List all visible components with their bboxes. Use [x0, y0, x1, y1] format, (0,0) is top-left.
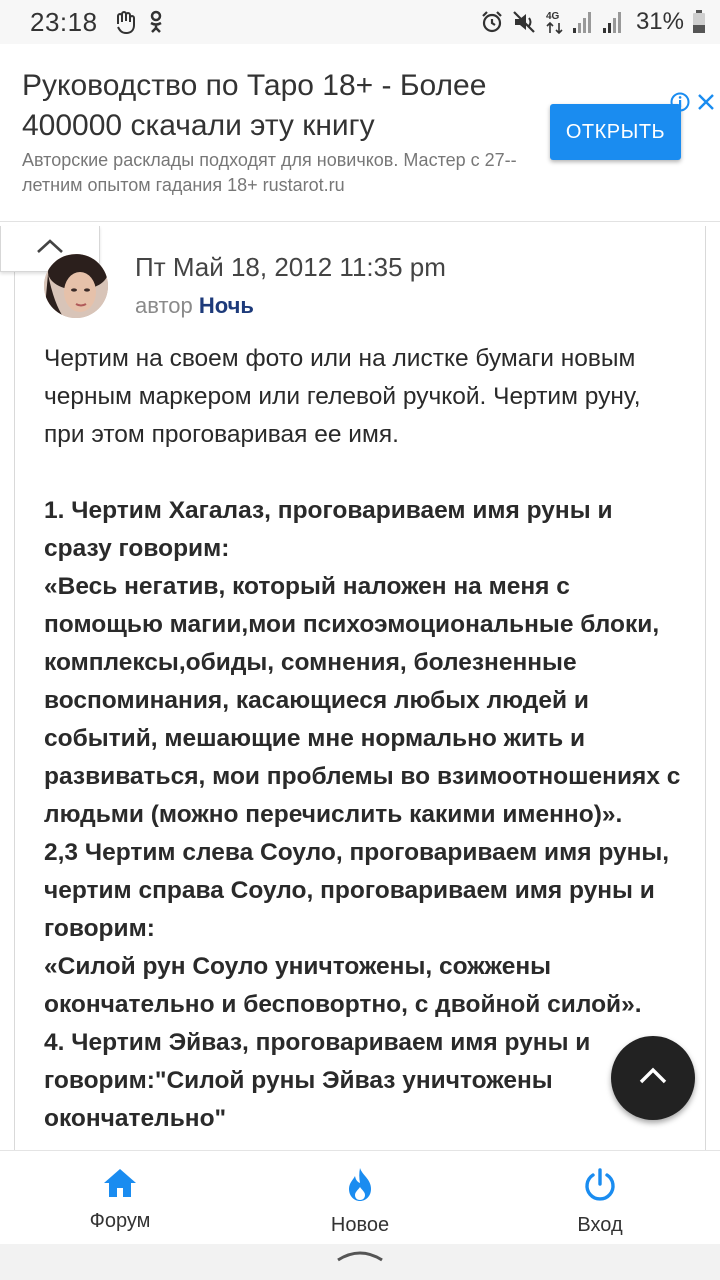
nav-label: Новое — [330, 1214, 390, 1236]
signal-icon — [572, 10, 594, 34]
alarm-icon — [480, 10, 504, 34]
avatar[interactable] — [44, 254, 108, 318]
post-paragraph: 2,3 Чертим слева Соуло, проговариваем им… — [44, 839, 670, 942]
flame-icon — [344, 1167, 376, 1208]
power-icon — [582, 1167, 618, 1208]
chevron-up-icon — [36, 238, 64, 259]
signal-icon — [602, 10, 624, 34]
ad-title[interactable]: Руководство по Таро 18+ - Более 400000 с… — [22, 66, 532, 146]
nav-label: Форум — [89, 1210, 151, 1232]
post-paragraph: 1. Чертим Хагалаз, проговариваем имя рун… — [44, 497, 613, 562]
ad-description[interactable]: Авторские расклады подходят для новичков… — [22, 148, 542, 198]
post-paragraph: «Силой рун Соуло уничтожены, сожжены око… — [44, 953, 642, 1018]
post-date: Пт Май 18, 2012 11:35 pm — [135, 252, 446, 282]
close-icon[interactable] — [696, 92, 716, 112]
post-paragraph: «Весь негатив, который наложен на меня с… — [44, 573, 681, 828]
battery-percent: 31% — [635, 8, 684, 35]
scroll-to-top-button[interactable] — [611, 1036, 695, 1120]
status-time: 23:18 — [30, 6, 98, 37]
status-bar: 23:18 4G 31% — [0, 0, 720, 44]
info-icon[interactable] — [670, 92, 690, 112]
chevron-up-icon[interactable] — [335, 1244, 385, 1280]
svg-text:4G: 4G — [546, 11, 560, 22]
nav-label: Вход — [577, 1214, 623, 1236]
nav-item-forum[interactable]: Форум — [0, 1151, 240, 1244]
nav-item-login[interactable]: Вход — [480, 1151, 720, 1244]
battery-icon — [692, 10, 706, 34]
home-icon — [102, 1167, 138, 1204]
odnoklassniki-icon — [148, 10, 164, 34]
author-name-link[interactable]: Ночь — [199, 293, 254, 318]
chevron-up-icon — [638, 1066, 668, 1091]
post-body: Чертим на своем фото или на листке бумаг… — [44, 340, 684, 1140]
post-paragraph: 4. Чертим Эйваз, проговариваем имя руны … — [44, 1029, 591, 1132]
ad-open-button[interactable]: ОТКРЫТЬ — [550, 104, 681, 160]
network-4g-icon: 4G — [546, 9, 564, 35]
system-nav-bar — [0, 1244, 720, 1280]
author-prefix: автор — [135, 293, 193, 318]
nav-item-new[interactable]: Новое — [240, 1151, 480, 1244]
post-intro: Чертим на своем фото или на листке бумаг… — [44, 345, 641, 448]
mute-icon — [512, 10, 538, 34]
post-author: автор Ночь — [135, 293, 254, 319]
ad-banner[interactable]: Руководство по Таро 18+ - Более 400000 с… — [0, 44, 720, 222]
bottom-nav: Форум Новое Вход — [0, 1150, 720, 1244]
hand-icon — [114, 10, 136, 34]
